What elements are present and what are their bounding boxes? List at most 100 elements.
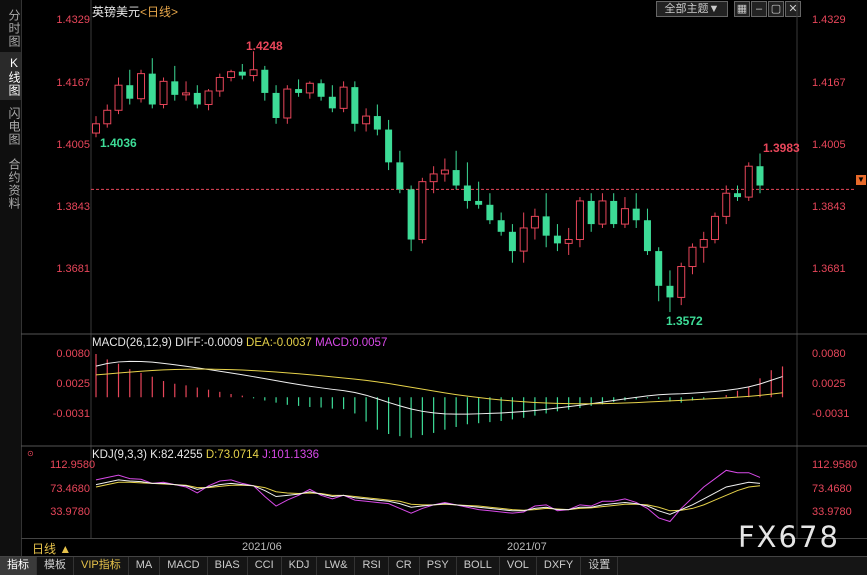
candle-body — [429, 173, 438, 183]
left-price-tick: 1.3843 — [56, 201, 90, 213]
kdj-name: KDJ(9,3,3) — [92, 449, 147, 461]
tab-5[interactable]: BIAS — [208, 557, 248, 575]
tab-1[interactable]: 模板 — [37, 557, 74, 575]
macd-title: MACD(26,12,9) DIFF:-0.0009 DEA:-0.0037 M… — [92, 337, 387, 349]
right-price-tick: 1.4167 — [812, 77, 846, 89]
tab-11[interactable]: PSY — [420, 557, 457, 575]
candle-body — [227, 71, 236, 78]
candle-body — [249, 69, 258, 77]
low-marker: 1.3572 — [666, 314, 703, 328]
left-price-tick: 1.3681 — [56, 263, 90, 275]
right-price-tick: 1.4005 — [812, 139, 846, 151]
tab-6[interactable]: CCI — [248, 557, 282, 575]
candle-body — [620, 208, 629, 225]
candle-body — [182, 92, 191, 96]
right-price-tick: 1.3681 — [812, 263, 846, 275]
candle-body — [305, 82, 314, 94]
tab-2[interactable]: VIP指标 — [74, 557, 129, 575]
candle-body — [440, 169, 449, 175]
kdj-tick: 33.9780 — [50, 506, 90, 518]
tab-7[interactable]: KDJ — [282, 557, 318, 575]
candle-body — [92, 123, 100, 134]
kdj-tick: 73.4680 — [812, 483, 852, 495]
candle-body — [530, 215, 539, 229]
left-price-tick: 1.4005 — [56, 139, 90, 151]
candle-body — [238, 71, 246, 76]
macd-tick: 0.0080 — [56, 348, 90, 360]
tab-14[interactable]: DXFY — [537, 557, 582, 575]
candle-body — [171, 81, 179, 95]
candle-body — [283, 88, 292, 119]
date-label: 2021/07 — [507, 541, 547, 553]
tab-13[interactable]: VOL — [500, 557, 537, 575]
macd-dea-line — [95, 368, 783, 405]
candle-body — [587, 200, 595, 225]
candle-body — [598, 200, 607, 225]
kdj-title: KDJ(9,3,3) K:82.4255 D:73.0714 J:101.133… — [92, 449, 319, 461]
kdj-j-line — [95, 469, 761, 523]
candle-body — [418, 181, 427, 241]
candle-body — [486, 204, 494, 221]
candle-body — [519, 227, 528, 252]
candle-body — [351, 87, 359, 124]
tab-4[interactable]: MACD — [160, 557, 208, 575]
period-selector[interactable]: 日线 ▲ — [32, 540, 71, 557]
candle-body — [317, 83, 325, 97]
tab-15[interactable]: 设置 — [581, 557, 619, 575]
macd-tick: -0.0031 — [52, 408, 90, 420]
chart-canvas[interactable] — [0, 0, 867, 574]
tab-12[interactable]: BOLL — [457, 557, 500, 575]
kdj-d: D:73.0714 — [205, 449, 259, 461]
candle-body — [339, 86, 348, 109]
macd-dea: DEA:-0.0037 — [246, 337, 312, 349]
candle-body — [204, 90, 213, 105]
candle-body — [261, 69, 269, 93]
candle-body — [103, 109, 112, 125]
tab-9[interactable]: RSI — [355, 557, 389, 575]
candle-body — [463, 185, 471, 201]
last-marker: 1.3983 — [763, 141, 800, 155]
candle-body — [699, 239, 708, 248]
candle-body — [328, 96, 336, 109]
macd-tick: 0.0080 — [812, 348, 846, 360]
macd-tick: 0.0025 — [812, 378, 846, 390]
tab-3[interactable]: MA — [129, 557, 161, 575]
macd-value: MACD:0.0057 — [315, 337, 388, 349]
candle-body — [373, 116, 381, 130]
kdj-tick: 33.9780 — [812, 506, 852, 518]
candle-body — [632, 208, 640, 221]
kdj-j: J:101.1336 — [262, 449, 320, 461]
candle-body — [126, 85, 134, 99]
candle-body — [655, 251, 663, 286]
candle-body — [452, 170, 460, 186]
kdj-k: K:82.4255 — [150, 449, 203, 461]
tab-10[interactable]: CR — [389, 557, 420, 575]
current-price-arrow-icon: ▼ — [856, 175, 866, 185]
kdj-tick: 112.9580 — [812, 459, 858, 471]
candle-body — [396, 162, 404, 190]
left-price-tick: 1.4329 — [56, 14, 90, 26]
candle-body — [677, 266, 686, 298]
panel-settings-icon[interactable]: ⊙ — [27, 449, 34, 458]
candle-body — [643, 220, 651, 252]
candle-body — [159, 80, 168, 105]
kdj-k-line — [95, 479, 761, 515]
candle-body — [710, 215, 719, 241]
candle-body — [722, 192, 731, 217]
start-marker: 1.4036 — [100, 136, 137, 150]
macd-tick: 0.0025 — [56, 378, 90, 390]
kdj-tick: 73.4680 — [50, 483, 90, 495]
candle-body — [508, 231, 516, 252]
left-price-tick: 1.4167 — [56, 77, 90, 89]
candle-body — [497, 220, 505, 232]
candle-body — [362, 115, 371, 125]
candle-body — [114, 84, 123, 111]
macd-tick: -0.0031 — [812, 408, 850, 420]
candle-body — [564, 239, 573, 244]
candle-body — [744, 165, 753, 198]
right-price-tick: 1.4329 — [812, 14, 846, 26]
tab-0[interactable]: 指标 — [0, 557, 37, 575]
candle-body — [610, 200, 618, 225]
tab-8[interactable]: LW& — [317, 557, 356, 575]
candle-body — [272, 92, 280, 118]
